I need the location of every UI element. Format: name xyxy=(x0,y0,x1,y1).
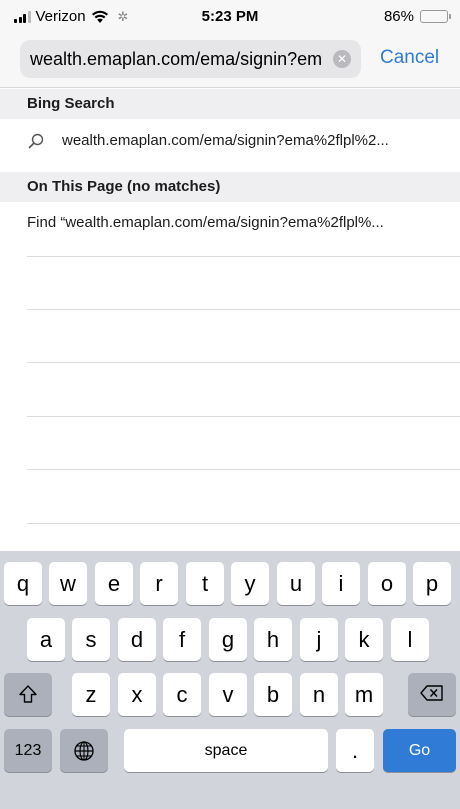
key-s[interactable]: s xyxy=(72,618,110,661)
key-g[interactable]: g xyxy=(209,618,247,661)
find-on-page-text: Find “wealth.emaplan.com/ema/signin?ema%… xyxy=(27,214,384,231)
key-z[interactable]: z xyxy=(72,673,110,716)
key-y[interactable]: y xyxy=(231,562,269,605)
search-icon xyxy=(28,133,44,149)
row-divider xyxy=(27,523,460,524)
bing-search-suggestion[interactable]: wealth.emaplan.com/ema/signin?ema%2flpl%… xyxy=(0,120,460,162)
row-divider xyxy=(27,256,460,257)
key-u[interactable]: u xyxy=(277,562,315,605)
key-i[interactable]: i xyxy=(322,562,360,605)
cancel-button[interactable]: Cancel xyxy=(380,47,439,69)
shift-icon xyxy=(19,685,37,703)
battery-icon xyxy=(420,10,451,23)
key-a[interactable]: a xyxy=(27,618,65,661)
key-c[interactable]: c xyxy=(163,673,201,716)
key-v[interactable]: v xyxy=(209,673,247,716)
address-bar[interactable]: wealth.emaplan.com/ema/signin?em ✕ xyxy=(20,40,361,78)
numbers-key[interactable]: 123 xyxy=(4,729,52,772)
go-key[interactable]: Go xyxy=(383,729,456,772)
key-o[interactable]: o xyxy=(368,562,406,605)
clear-text-icon[interactable]: ✕ xyxy=(333,50,351,68)
key-r[interactable]: r xyxy=(140,562,178,605)
key-j[interactable]: j xyxy=(300,618,338,661)
battery-percent: 86% xyxy=(383,8,414,25)
row-divider xyxy=(27,469,460,470)
onscreen-keyboard: q w e r t y u i o p a s d f g h j k l z … xyxy=(0,551,460,809)
space-key[interactable]: space xyxy=(124,729,328,772)
status-right: 86% xyxy=(383,8,451,25)
key-b[interactable]: b xyxy=(254,673,292,716)
row-divider xyxy=(27,309,460,310)
key-f[interactable]: f xyxy=(163,618,201,661)
key-x[interactable]: x xyxy=(118,673,156,716)
bing-search-header: Bing Search xyxy=(0,89,460,119)
key-e[interactable]: e xyxy=(95,562,133,605)
key-q[interactable]: q xyxy=(4,562,42,605)
shift-key[interactable] xyxy=(4,673,52,716)
key-k[interactable]: k xyxy=(345,618,383,661)
period-key[interactable]: . xyxy=(336,729,374,772)
row-divider xyxy=(27,416,460,417)
key-w[interactable]: w xyxy=(49,562,87,605)
key-m[interactable]: m xyxy=(345,673,383,716)
key-t[interactable]: t xyxy=(186,562,224,605)
on-this-page-header: On This Page (no matches) xyxy=(0,172,460,202)
browser-top-bar: Verizon ✲ 5:23 PM 86% wealth.emaplan.com… xyxy=(0,0,460,88)
key-p[interactable]: p xyxy=(413,562,451,605)
key-d[interactable]: d xyxy=(118,618,156,661)
bing-suggestion-text: wealth.emaplan.com/ema/signin?ema%2flpl%… xyxy=(62,132,389,149)
url-input[interactable]: wealth.emaplan.com/ema/signin?em xyxy=(30,49,330,70)
backspace-icon xyxy=(420,685,443,701)
find-on-page-item[interactable]: Find “wealth.emaplan.com/ema/signin?ema%… xyxy=(0,202,460,244)
key-n[interactable]: n xyxy=(300,673,338,716)
delete-key[interactable] xyxy=(408,673,456,716)
row-divider xyxy=(27,362,460,363)
key-h[interactable]: h xyxy=(254,618,292,661)
key-l[interactable]: l xyxy=(391,618,429,661)
globe-icon xyxy=(74,741,94,761)
status-bar: Verizon ✲ 5:23 PM 86% xyxy=(0,0,460,34)
globe-key[interactable] xyxy=(60,729,108,772)
